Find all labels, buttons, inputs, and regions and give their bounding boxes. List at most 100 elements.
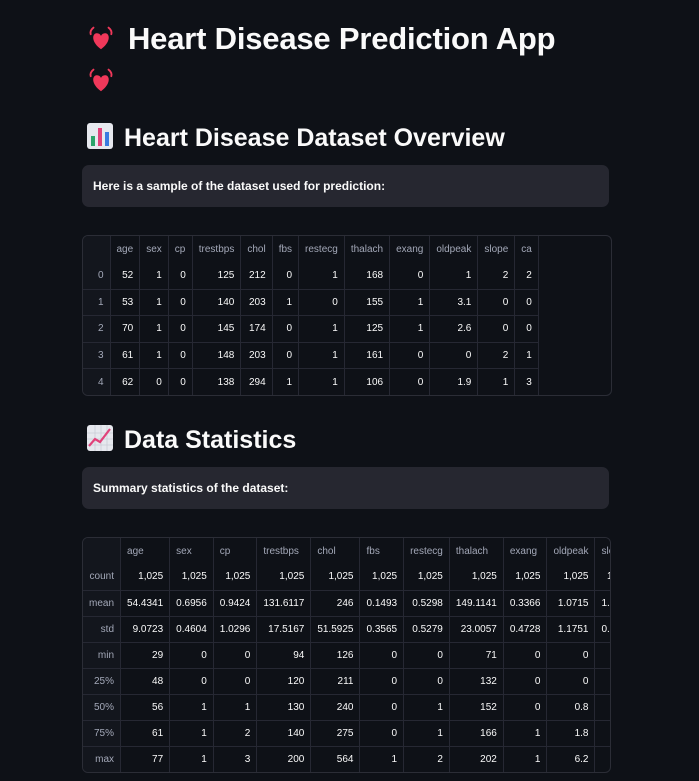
- table-cell[interactable]: 1: [298, 262, 345, 290]
- column-header[interactable]: oldpeak: [546, 538, 596, 564]
- table-cell[interactable]: 0.5298: [403, 590, 450, 617]
- table-cell[interactable]: 53: [110, 289, 141, 316]
- table-cell[interactable]: 0: [359, 642, 405, 669]
- table-cell[interactable]: 0: [389, 368, 431, 395]
- table-cell[interactable]: 0: [477, 315, 516, 343]
- table-cell[interactable]: 1,025: [449, 564, 504, 591]
- table-cell[interactable]: 0: [389, 342, 431, 369]
- column-header[interactable]: age: [110, 236, 141, 263]
- table-cell[interactable]: 0: [594, 642, 610, 669]
- table-row[interactable]: mean 54.4341 0.6956 0.9424 131.6117 246 0.1493…: [83, 590, 610, 617]
- table-cell[interactable]: 1: [139, 262, 169, 290]
- table-cell[interactable]: 1: [403, 720, 450, 747]
- table-cell[interactable]: 61: [120, 720, 171, 747]
- table-cell[interactable]: 246: [310, 590, 361, 617]
- column-header[interactable]: chol: [240, 236, 273, 263]
- table-cell[interactable]: 6.2: [546, 746, 596, 772]
- table-row[interactable]: 2 70 1 0 145 174 0 1 125 1 2.6 0 0: [83, 315, 539, 343]
- table-cell[interactable]: 161: [344, 342, 391, 369]
- table-cell[interactable]: 0: [139, 368, 169, 395]
- table-cell[interactable]: 23.0057: [449, 616, 504, 643]
- table-cell[interactable]: 0.8: [546, 694, 596, 721]
- table-cell[interactable]: 1,025: [546, 564, 596, 591]
- table-cell[interactable]: 56: [120, 694, 171, 721]
- table-cell[interactable]: 77: [120, 746, 171, 772]
- column-header[interactable]: exang: [503, 538, 548, 564]
- table-cell[interactable]: 240: [310, 694, 361, 721]
- table-cell[interactable]: 1.0715: [546, 590, 596, 617]
- table-cell[interactable]: 2: [403, 746, 450, 772]
- table-cell[interactable]: 2: [477, 262, 516, 290]
- table-cell[interactable]: 94: [256, 642, 312, 669]
- table-cell[interactable]: 131.6117: [256, 590, 312, 617]
- table-cell[interactable]: 0: [272, 342, 300, 369]
- table-cell[interactable]: 70: [110, 315, 141, 343]
- table-cell[interactable]: 29: [120, 642, 171, 669]
- table-cell[interactable]: 0: [503, 642, 548, 669]
- table-cell[interactable]: 1,025: [403, 564, 450, 591]
- table-cell[interactable]: 0.1493: [359, 590, 405, 617]
- table-cell[interactable]: 48: [120, 668, 171, 695]
- table-row[interactable]: 4 62 0 0 138 294 1 1 106 0 1.9 1 3: [83, 368, 539, 395]
- table-cell[interactable]: 174: [240, 315, 273, 343]
- table-cell[interactable]: 0.9424: [213, 590, 258, 617]
- table-cell[interactable]: 132: [449, 668, 504, 695]
- table-cell[interactable]: 140: [192, 289, 242, 316]
- column-header[interactable]: sex: [139, 236, 169, 263]
- table-cell[interactable]: 200: [256, 746, 312, 772]
- table-cell[interactable]: 0: [546, 668, 596, 695]
- table-cell[interactable]: 1,025: [503, 564, 548, 591]
- table-cell[interactable]: 0.5279: [403, 616, 450, 643]
- table-cell[interactable]: 166: [449, 720, 504, 747]
- sample-data-table[interactable]: age sex cp trestbps chol fbs restecg thalach exa…: [82, 235, 612, 396]
- table-cell[interactable]: 0: [389, 262, 431, 290]
- table-row[interactable]: max77132005641220216.22: [83, 746, 610, 772]
- table-cell[interactable]: 17.5167: [256, 616, 312, 643]
- column-header[interactable]: slope: [477, 236, 516, 263]
- table-cell[interactable]: 0: [213, 642, 258, 669]
- table-cell[interactable]: 168: [344, 262, 391, 290]
- table-row[interactable]: 0 52 1 0 125 212 0 1 168 0 1 2 2: [83, 262, 539, 290]
- table-cell[interactable]: 1,025: [310, 564, 361, 591]
- table-cell[interactable]: 1: [594, 694, 610, 721]
- table-cell[interactable]: 0: [403, 668, 450, 695]
- table-cell[interactable]: 0.6178: [594, 616, 610, 643]
- table-cell[interactable]: 0: [514, 315, 539, 343]
- column-header[interactable]: fbs: [272, 236, 300, 263]
- table-cell[interactable]: 1: [477, 368, 516, 395]
- column-header[interactable]: cp: [168, 236, 193, 263]
- table-row[interactable]: count 1,025 1,025 1,025 1,025 1,025 1,025 1,025…: [83, 564, 610, 591]
- table-cell[interactable]: 0: [169, 642, 214, 669]
- table-row[interactable]: 3 61 1 0 148 203 0 1 161 0 0 2 1: [83, 342, 539, 369]
- table-cell[interactable]: 1.3854: [594, 590, 610, 617]
- table-cell[interactable]: 0: [298, 289, 345, 316]
- table-cell[interactable]: 1: [139, 315, 169, 343]
- table-cell[interactable]: 51.5925: [310, 616, 361, 643]
- table-cell[interactable]: 1: [169, 746, 214, 772]
- table-cell[interactable]: 0.3366: [503, 590, 548, 617]
- table-cell[interactable]: 0: [359, 720, 405, 747]
- table-cell[interactable]: 1: [272, 368, 300, 395]
- table-cell[interactable]: 294: [240, 368, 273, 395]
- table-cell[interactable]: 0: [359, 694, 405, 721]
- table-cell[interactable]: 1: [359, 746, 405, 772]
- table-cell[interactable]: 0: [546, 642, 596, 669]
- table-cell[interactable]: 1: [139, 289, 169, 316]
- table-cell[interactable]: 1: [169, 720, 214, 747]
- table-cell[interactable]: 0: [403, 642, 450, 669]
- table-cell[interactable]: 1: [429, 262, 479, 290]
- table-cell[interactable]: 130: [256, 694, 312, 721]
- column-header[interactable]: sex: [169, 538, 214, 564]
- table-row[interactable]: 75%61121402750116611.82: [83, 720, 610, 747]
- table-cell[interactable]: 202: [449, 746, 504, 772]
- column-header[interactable]: thalach: [344, 236, 391, 263]
- table-cell[interactable]: 54.4341: [120, 590, 171, 617]
- column-header[interactable]: cp: [213, 538, 258, 564]
- table-cell[interactable]: 1,025: [169, 564, 214, 591]
- table-cell[interactable]: 120: [256, 668, 312, 695]
- table-cell[interactable]: 203: [240, 342, 273, 369]
- table-cell[interactable]: 1: [298, 342, 345, 369]
- table-cell[interactable]: 1: [272, 289, 300, 316]
- table-cell[interactable]: 0: [272, 315, 300, 343]
- table-cell[interactable]: 61: [110, 342, 141, 369]
